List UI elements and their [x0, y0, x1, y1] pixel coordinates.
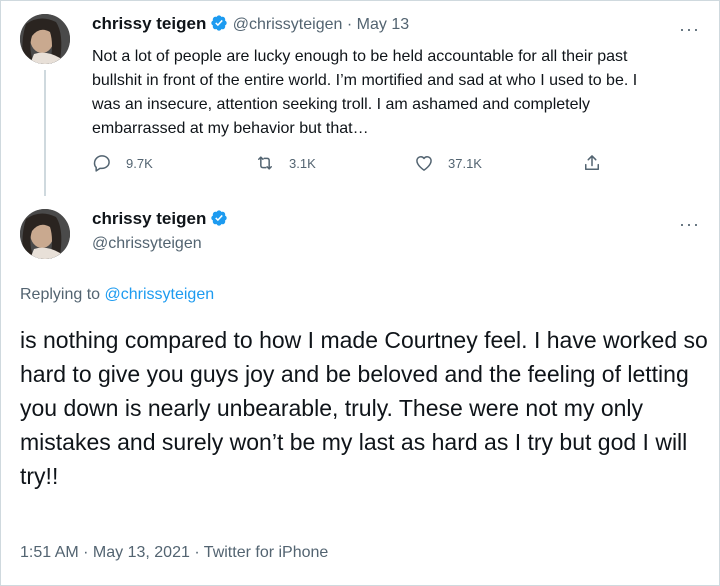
avatar[interactable]	[20, 14, 70, 64]
handle[interactable]: @chrissyteigen	[233, 16, 343, 33]
display-name[interactable]: chrissy teigen	[92, 209, 206, 228]
replying-to: Replying to @chrissyteigen	[20, 286, 214, 304]
avatar[interactable]	[20, 209, 70, 259]
retweet-icon	[258, 156, 272, 170]
profile-photo	[20, 209, 70, 259]
share-icon	[585, 155, 599, 170]
separator: ·	[346, 16, 353, 33]
more-options-icon[interactable]: ···	[679, 20, 700, 38]
like-count: 37.1K	[448, 155, 482, 171]
tweet2-text: is nothing compared to how I made Courtn…	[20, 327, 708, 489]
replying-prefix: Replying to	[20, 286, 105, 303]
tweet-timestamp[interactable]: 1:51 AM · May 13, 2021 · Twitter for iPh…	[20, 544, 328, 562]
reply-count: 9.7K	[126, 155, 153, 171]
retweet-button[interactable]: 3.1K	[255, 153, 316, 173]
heart-icon	[416, 156, 432, 171]
like-button[interactable]: 37.1K	[414, 153, 482, 173]
tweet-date[interactable]: May 13	[357, 16, 409, 33]
replying-to-link[interactable]: @chrissyteigen	[105, 286, 215, 303]
reply-icon	[93, 155, 110, 172]
tweet2-name-row: chrissy teigen	[92, 209, 228, 232]
retweet-count: 3.1K	[289, 155, 316, 171]
verified-badge-icon	[210, 209, 228, 232]
tweet1-header: chrissy teigen @chrissyteigen · May 13	[92, 14, 409, 37]
display-name[interactable]: chrissy teigen	[92, 14, 206, 33]
tweet1-actions: 9.7K 3.1K 37.1K	[92, 153, 612, 179]
thread-line	[44, 70, 46, 196]
reply-button[interactable]: 9.7K	[92, 153, 153, 173]
share-button[interactable]	[582, 153, 616, 173]
profile-photo	[20, 14, 70, 64]
handle[interactable]: @chrissyteigen	[92, 235, 202, 253]
more-options-icon[interactable]: ···	[679, 215, 700, 233]
verified-badge-icon	[210, 14, 228, 37]
tweet1-text: Not a lot of people are lucky enough to …	[92, 48, 638, 137]
